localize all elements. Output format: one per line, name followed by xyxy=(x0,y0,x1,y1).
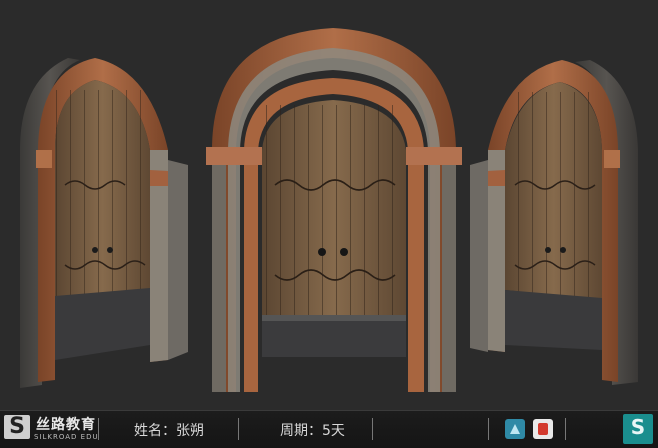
brand-name: 丝路教育 xyxy=(36,417,96,433)
divider xyxy=(372,418,373,440)
3d-app-icon xyxy=(505,419,525,439)
divider xyxy=(565,418,566,440)
divider xyxy=(488,418,489,440)
footer-bar: 丝路教育 SILKROAD EDU 姓名：张朔 周期：5天 xyxy=(0,410,658,448)
right-door xyxy=(470,60,638,385)
brand-name-en: SILKROAD EDU xyxy=(34,433,99,441)
period-field: 周期：5天 xyxy=(280,420,345,440)
substance-app-icon xyxy=(533,419,553,439)
divider xyxy=(238,418,239,440)
author-label: 姓名： xyxy=(134,423,176,439)
silkroad-corner-logo-icon xyxy=(623,414,653,444)
period-label: 周期： xyxy=(280,423,322,439)
period-value: 5天 xyxy=(322,423,345,439)
author-field: 姓名：张朔 xyxy=(134,420,204,440)
silkroad-logo-icon xyxy=(4,414,30,439)
author-value: 张朔 xyxy=(176,423,204,439)
center-door xyxy=(206,28,462,392)
left-door xyxy=(20,58,188,388)
divider xyxy=(98,418,99,440)
render-stage xyxy=(20,28,638,392)
